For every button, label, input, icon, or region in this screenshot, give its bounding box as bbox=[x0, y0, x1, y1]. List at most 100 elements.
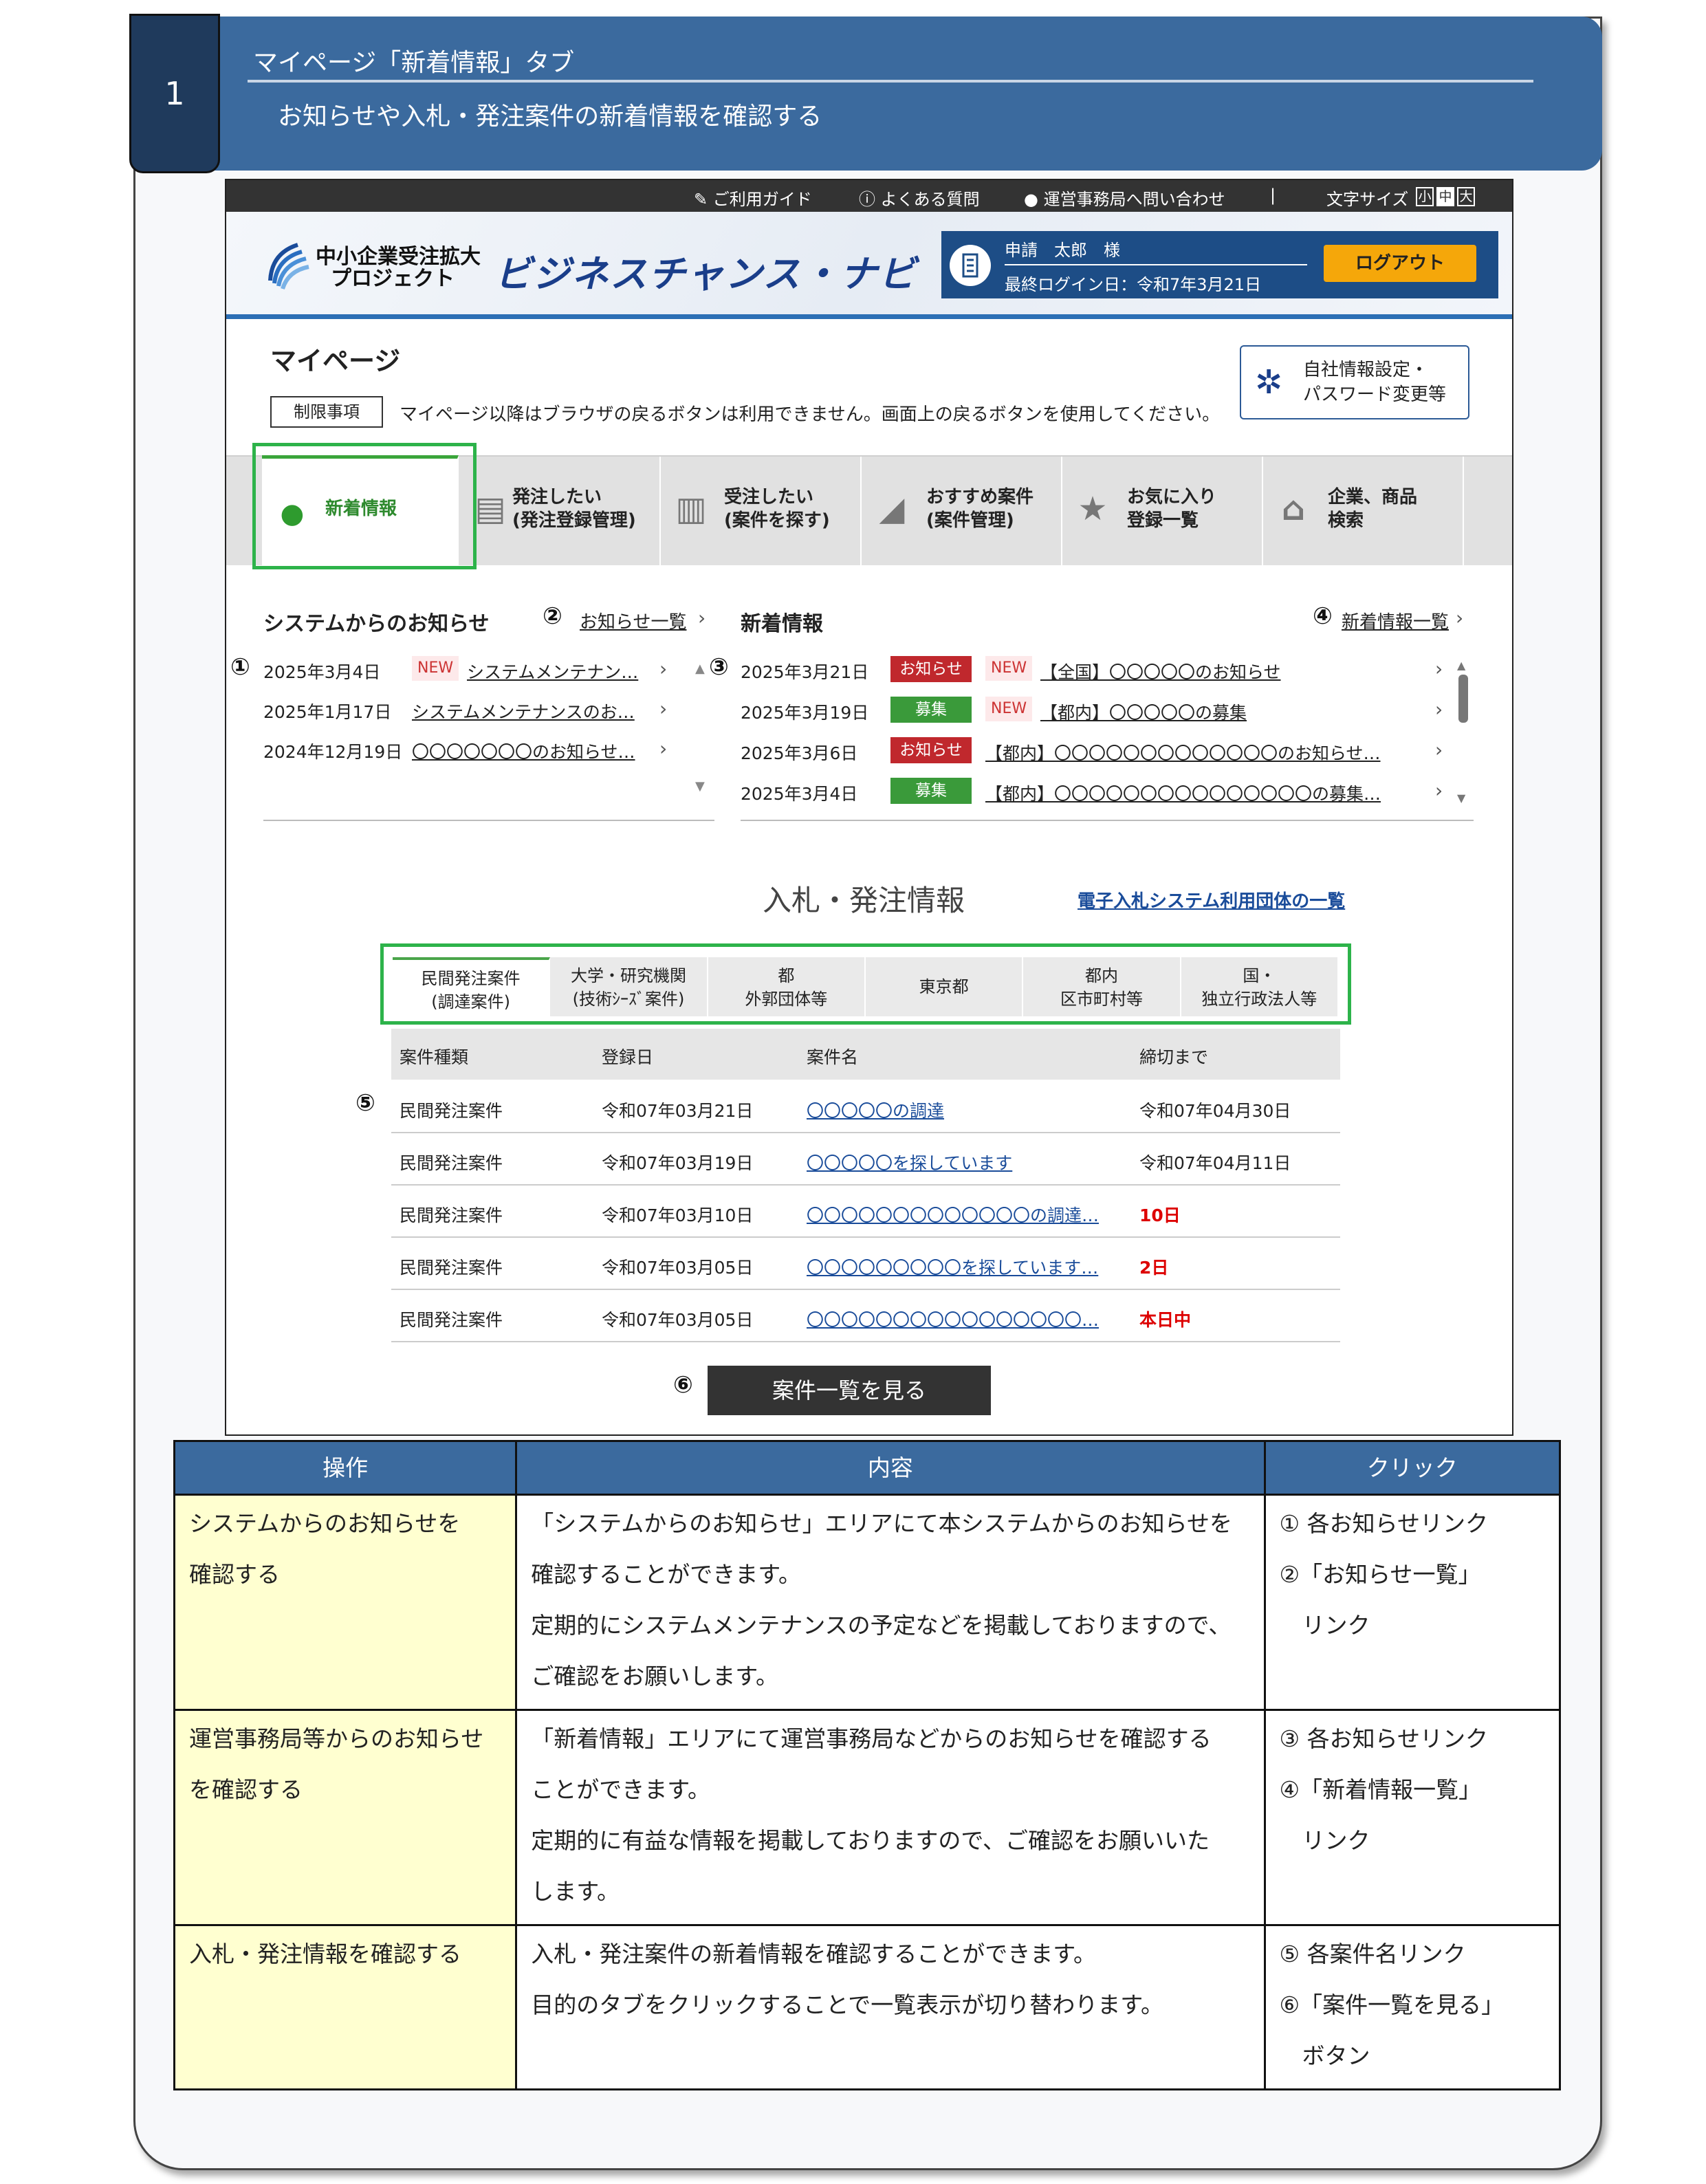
system-notice-item[interactable]: 2024年12月19日 〇〇〇〇〇〇〇のお知らせ… › bbox=[263, 729, 708, 767]
page-title: マイページ bbox=[270, 346, 401, 376]
explanation-table: 操作 内容 クリック システムからのお知らせを 確認する 「システムからのお知らせ」… bbox=[173, 1440, 1562, 2090]
contact-link[interactable]: ● 運営事務局へ問い合わせ bbox=[1024, 186, 1225, 210]
section-subtitle: お知らせや入札・発注案件の新着情報を確認する bbox=[278, 102, 822, 131]
document-search-icon: ▥ bbox=[675, 490, 707, 528]
chevron-right-icon: › bbox=[1435, 698, 1443, 721]
marker-4: ④ bbox=[1313, 602, 1333, 630]
chevron-right-icon: › bbox=[1435, 779, 1443, 802]
category-badge: 募集 bbox=[890, 697, 972, 723]
tab-favorites[interactable]: ★ お気に入り 登録一覧 bbox=[1062, 457, 1263, 567]
bids-table-header: 案件種類 登録日 案件名 締切まで bbox=[391, 1029, 1340, 1080]
app-screenshot: ✎ ご利用ガイド ⓘ よくある質問 ● 運営事務局へ問い合わせ | 文字サイズ … bbox=[225, 179, 1513, 1436]
bids-heading: 入札・発注情報 bbox=[763, 884, 965, 917]
chevron-right-icon: › bbox=[659, 737, 668, 760]
table-row: 民間発注案件 令和07年03月05日 〇〇〇〇〇〇〇〇〇〇〇〇〇〇〇〇… 本日中 bbox=[391, 1290, 1340, 1342]
restriction-label: 制限事項 bbox=[270, 396, 383, 428]
chevron-right-icon: › bbox=[1435, 657, 1443, 680]
building-icon bbox=[950, 245, 991, 286]
faq-link[interactable]: ⓘ よくある質問 bbox=[859, 186, 980, 210]
table-row: 民間発注案件 令和07年03月10日 〇〇〇〇〇〇〇〇〇〇〇〇〇の調達… 10日 bbox=[391, 1186, 1340, 1238]
chevron-right-icon: › bbox=[659, 657, 668, 680]
chevron-right-icon: › bbox=[1435, 739, 1443, 761]
chevron-right-icon: › bbox=[1456, 607, 1464, 629]
font-small-button[interactable]: 小 bbox=[1416, 187, 1434, 206]
megaphone-icon: ◢ bbox=[879, 490, 905, 528]
project-logo-text: 中小企業受注拡大 プロジェクト bbox=[316, 245, 481, 291]
project-logo-icon bbox=[268, 243, 309, 290]
utility-bar: ✎ ご利用ガイド ⓘ よくある質問 ● 運営事務局へ問い合わせ | 文字サイズ … bbox=[226, 180, 1512, 212]
section-number: 1 bbox=[129, 14, 220, 173]
explanation-row: 入札・発注情報を確認する 入札・発注案件の新着情報を確認することができます。 目的の… bbox=[173, 1924, 1562, 2090]
category-badge: お知らせ bbox=[890, 656, 972, 682]
marker-3: ③ bbox=[709, 653, 729, 681]
highlight-bid-tabs bbox=[380, 943, 1351, 1025]
star-icon: ★ bbox=[1078, 490, 1108, 528]
new-badge: NEW bbox=[985, 697, 1033, 721]
bid-name-link[interactable]: 〇〇〇〇〇〇〇〇〇〇〇〇〇の調達… bbox=[807, 1202, 1099, 1227]
chevron-right-icon: › bbox=[698, 607, 706, 629]
tab-search-company[interactable]: ⌂ 企業、商品 検索 bbox=[1263, 457, 1464, 567]
notices-list-link[interactable]: お知らせ一覧 bbox=[580, 608, 686, 633]
new-badge: NEW bbox=[985, 656, 1033, 681]
last-login: 最終ログイン日：令和7年3月21日 bbox=[1005, 275, 1262, 294]
header-divider bbox=[248, 80, 1533, 83]
table-row: 民間発注案件 令和07年03月05日 〇〇〇〇〇〇〇〇〇を探しています… 2日 bbox=[391, 1238, 1340, 1290]
divider: | bbox=[1270, 186, 1276, 205]
font-large-button[interactable]: 大 bbox=[1457, 187, 1475, 206]
section-header: マイページ「新着情報」タブ お知らせや入札・発注案件の新着情報を確認する bbox=[158, 17, 1602, 171]
user-panel: 申請 太郎 様 最終ログイン日：令和7年3月21日 ログアウト bbox=[941, 231, 1498, 298]
marker-5: ⑤ bbox=[356, 1089, 375, 1117]
system-notice-item[interactable]: 2025年1月17日 システムメンテナンスのお… › bbox=[263, 689, 708, 728]
guide-link[interactable]: ✎ ご利用ガイド bbox=[694, 186, 812, 210]
news-list-link[interactable]: 新着情報一覧 bbox=[1342, 608, 1449, 633]
news-heading: 新着情報 bbox=[741, 612, 823, 636]
tab-order[interactable]: ▤ 発注したい (発注登録管理) bbox=[460, 457, 661, 567]
restriction-text: マイページ以降はブラウザの戻るボタンは利用できません。画面上の戻るボタンを使用し… bbox=[400, 404, 1221, 425]
news-item[interactable]: 2025年3月6日 お知らせ 【都内】〇〇〇〇〇〇〇〇〇〇〇〇〇のお知らせ… › bbox=[741, 730, 1453, 769]
bid-directory-link[interactable]: 電子入札システム利用団体の一覧 bbox=[1078, 887, 1345, 913]
divider bbox=[741, 820, 1474, 821]
explanation-row: 運営事務局等からのお知らせ を確認する 「新着情報」エリアにて運営事務局などからのお… bbox=[173, 1709, 1562, 1926]
bid-name-link[interactable]: 〇〇〇〇〇を探しています bbox=[807, 1150, 1012, 1175]
user-divider bbox=[1005, 264, 1307, 265]
view-all-bids-button[interactable]: 案件一覧を見る bbox=[708, 1366, 991, 1415]
category-badge: 募集 bbox=[890, 778, 972, 804]
section-title: マイページ「新着情報」タブ bbox=[253, 49, 575, 77]
system-notice-item[interactable]: 2025年3月4日 NEW システムメンテナン… › bbox=[263, 649, 708, 688]
bid-name-link[interactable]: 〇〇〇〇〇〇〇〇〇を探しています… bbox=[807, 1254, 1098, 1279]
news-item[interactable]: 2025年3月4日 募集 【都内】〇〇〇〇〇〇〇〇〇〇〇〇〇〇〇の募集… › bbox=[741, 771, 1453, 809]
bid-name-link[interactable]: 〇〇〇〇〇〇〇〇〇〇〇〇〇〇〇〇… bbox=[807, 1307, 1099, 1331]
logout-button[interactable]: ログアウト bbox=[1324, 245, 1476, 282]
marker-2: ② bbox=[543, 602, 562, 630]
column-header-content: 内容 bbox=[515, 1440, 1266, 1496]
system-notices-heading: システムからのお知らせ bbox=[263, 612, 490, 636]
site-header: 中小企業受注拡大 プロジェクト ビジネスチャンス・ナビ 申請 太郎 様 最終ログ… bbox=[226, 212, 1512, 319]
tab-receive[interactable]: ▥ 受注したい (案件を探す) bbox=[661, 457, 862, 567]
table-row: 民間発注案件 令和07年03月21日 〇〇〇〇〇の調達 令和07年04月30日 bbox=[391, 1081, 1340, 1133]
highlight-news-tab bbox=[252, 443, 477, 569]
column-header-operation: 操作 bbox=[173, 1440, 518, 1496]
news-item[interactable]: 2025年3月19日 募集 NEW 【都内】〇〇〇〇〇の募集 › bbox=[741, 690, 1453, 728]
font-medium-button[interactable]: 中 bbox=[1436, 187, 1454, 206]
divider bbox=[263, 820, 714, 821]
site-brand: ビジネスチャンス・ナビ bbox=[494, 252, 917, 296]
gear-icon: ✲ bbox=[1255, 363, 1283, 402]
column-header-click: クリック bbox=[1263, 1440, 1562, 1496]
font-size-controls: 小中大 bbox=[1413, 186, 1475, 206]
category-badge: お知らせ bbox=[890, 737, 972, 763]
marker-6: ⑥ bbox=[673, 1371, 693, 1399]
marker-1: ① bbox=[230, 653, 250, 681]
document-up-icon: ▤ bbox=[474, 490, 506, 528]
user-name: 申請 太郎 様 bbox=[1005, 241, 1120, 260]
notices-scrollbar[interactable]: ▲ ▼ bbox=[695, 662, 708, 992]
chevron-right-icon: › bbox=[659, 697, 668, 720]
company-settings-button[interactable]: ✲ 自社情報設定・ パスワード変更等 bbox=[1240, 345, 1469, 419]
news-scrollbar[interactable]: ▲ ▼ bbox=[1457, 659, 1471, 817]
bid-name-link[interactable]: 〇〇〇〇〇の調達 bbox=[807, 1098, 944, 1122]
table-row: 民間発注案件 令和07年03月19日 〇〇〇〇〇を探しています 令和07年04月11日 bbox=[391, 1133, 1340, 1186]
explanation-row: システムからのお知らせを 確認する 「システムからのお知らせ」エリアにて本システムか… bbox=[173, 1494, 1562, 1711]
font-size-label: 文字サイズ bbox=[1326, 190, 1409, 209]
building-search-icon: ⌂ bbox=[1281, 490, 1306, 528]
tab-recommended[interactable]: ◢ おすすめ案件 (案件管理) bbox=[862, 457, 1062, 567]
news-item[interactable]: 2025年3月21日 お知らせ NEW 【全国】〇〇〇〇〇のお知らせ › bbox=[741, 649, 1453, 688]
